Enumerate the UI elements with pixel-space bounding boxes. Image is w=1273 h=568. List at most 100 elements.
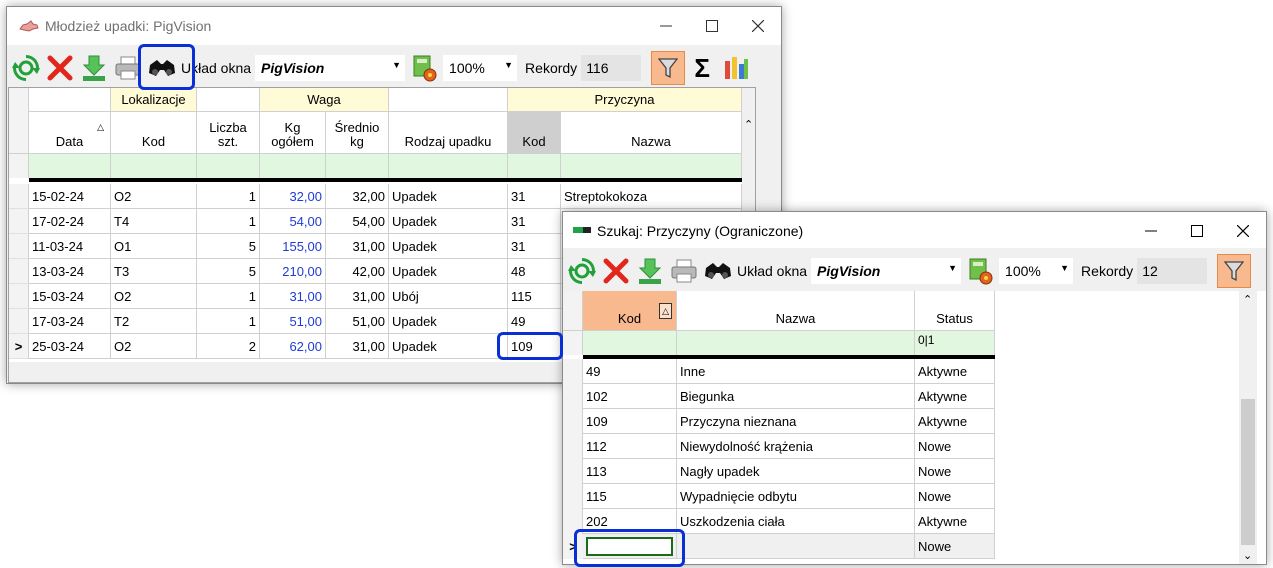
table-cell-nazwa[interactable]: Biegunka	[677, 384, 915, 409]
table-cell-srednio[interactable]: 51,00	[326, 309, 389, 334]
table-cell-srednio[interactable]: 42,00	[326, 259, 389, 284]
table-cell-rodzaj[interactable]: Upadek	[389, 209, 508, 234]
new-row-nazwa[interactable]	[677, 534, 915, 559]
row-header[interactable]	[563, 359, 583, 384]
row-header[interactable]	[563, 384, 583, 409]
scroll-up-icon[interactable]: ⌃	[744, 118, 753, 131]
filter-cell-kod[interactable]	[111, 154, 197, 178]
table-cell-data[interactable]: 25-03-24	[29, 334, 111, 359]
column-header-data[interactable]: Data △	[29, 112, 111, 154]
table-cell-kod[interactable]: 112	[583, 434, 677, 459]
table-cell-kod[interactable]: T2	[111, 309, 197, 334]
scroll-up-icon[interactable]: ⌃	[1243, 293, 1252, 306]
filter-cell-kod[interactable]	[583, 331, 677, 355]
table-cell-rodzaj[interactable]: Upadek	[389, 334, 508, 359]
table-cell-kod[interactable]: O2	[111, 284, 197, 309]
table-cell-data[interactable]: 17-03-24	[29, 309, 111, 334]
table-cell-p-nazwa[interactable]: Streptokokoza	[561, 184, 742, 209]
column-header-przyczyna-nazwa[interactable]: Nazwa	[561, 112, 742, 154]
filter-cell-srednio[interactable]	[326, 154, 389, 178]
column-header-kod[interactable]: Kod △	[583, 291, 677, 331]
table-cell-status[interactable]: Nowe	[915, 459, 995, 484]
table-cell-kg[interactable]: 32,00	[260, 184, 326, 209]
row-header[interactable]	[563, 459, 583, 484]
table-cell-rodzaj[interactable]: Upadek	[389, 234, 508, 259]
table-cell-kg[interactable]: 54,00	[260, 209, 326, 234]
row-header[interactable]	[9, 259, 29, 284]
table-cell-nazwa[interactable]: Niewydolność krążenia	[677, 434, 915, 459]
filter-cell-status[interactable]: 0|1	[915, 331, 995, 355]
column-header-rodzaj[interactable]: Rodzaj upadku	[389, 112, 508, 154]
table-cell-nazwa[interactable]: Wypadnięcie odbytu	[677, 484, 915, 509]
minimize-button[interactable]	[1128, 212, 1174, 250]
refresh-icon[interactable]	[9, 51, 43, 85]
table-cell-data[interactable]: 15-02-24	[29, 184, 111, 209]
filter-cell-liczba[interactable]	[197, 154, 260, 178]
delete-icon[interactable]	[599, 254, 633, 288]
table-cell-kg[interactable]: 155,00	[260, 234, 326, 259]
table-cell-kg[interactable]: 31,00	[260, 284, 326, 309]
row-header[interactable]	[563, 409, 583, 434]
table-cell-rodzaj[interactable]: Upadek	[389, 184, 508, 209]
row-header[interactable]	[9, 309, 29, 334]
table-cell-srednio[interactable]: 54,00	[326, 209, 389, 234]
table-cell-liczba[interactable]: 1	[197, 309, 260, 334]
table-cell-data[interactable]: 17-02-24	[29, 209, 111, 234]
sum-icon[interactable]: Σ	[685, 51, 719, 85]
table-cell-kod[interactable]: 109	[583, 409, 677, 434]
close-button[interactable]	[735, 7, 781, 45]
table-cell-p-kod[interactable]: 48	[508, 259, 561, 284]
column-header-status[interactable]: Status	[915, 291, 995, 331]
scroll-thumb[interactable]	[1241, 399, 1255, 545]
table-cell-rodzaj[interactable]: Ubój	[389, 284, 508, 309]
filter-button[interactable]	[1217, 254, 1252, 288]
table-cell-liczba[interactable]: 1	[197, 284, 260, 309]
table-cell-kod[interactable]: O2	[111, 334, 197, 359]
table-cell-liczba[interactable]: 1	[197, 209, 260, 234]
column-header-liczba[interactable]: Liczba szt.	[197, 112, 260, 154]
table-cell-p-kod[interactable]: 115	[508, 284, 561, 309]
table-cell-nazwa[interactable]: Nagły upadek	[677, 459, 915, 484]
table-cell-kg[interactable]: 62,00	[260, 334, 326, 359]
table-cell-p-kod[interactable]: 31	[508, 234, 561, 259]
filter-cell-nazwa[interactable]	[677, 331, 915, 355]
chart-icon[interactable]	[719, 51, 753, 85]
layout-settings-icon[interactable]	[963, 254, 997, 288]
maximize-button[interactable]	[689, 7, 735, 45]
export-icon[interactable]	[77, 51, 111, 85]
table-cell-status[interactable]: Aktywne	[915, 509, 995, 534]
row-header[interactable]	[9, 234, 29, 259]
table-cell-status[interactable]: Aktywne	[915, 409, 995, 434]
table-cell-kg[interactable]: 51,00	[260, 309, 326, 334]
table-cell-nazwa[interactable]: Przyczyna nieznana	[677, 409, 915, 434]
scroll-down-icon[interactable]: ⌄	[1243, 549, 1252, 562]
table-cell-kod[interactable]: T4	[111, 209, 197, 234]
column-header-kg[interactable]: Kg ogółem	[260, 112, 326, 154]
filter-button[interactable]	[651, 51, 686, 85]
table-cell-srednio[interactable]: 31,00	[326, 284, 389, 309]
table-cell-status[interactable]: Nowe	[915, 484, 995, 509]
table-cell-kg[interactable]: 210,00	[260, 259, 326, 284]
table-cell-data[interactable]: 11-03-24	[29, 234, 111, 259]
table-cell-p-kod[interactable]: 31	[508, 184, 561, 209]
table-cell-data[interactable]: 13-03-24	[29, 259, 111, 284]
filter-cell-przyczyna-kod[interactable]	[508, 154, 561, 178]
row-header[interactable]	[563, 434, 583, 459]
table-cell-status[interactable]: Aktywne	[915, 384, 995, 409]
table-cell-kod[interactable]: T3	[111, 259, 197, 284]
filter-cell-kg[interactable]	[260, 154, 326, 178]
table-cell-status[interactable]: Aktywne	[915, 359, 995, 384]
table-cell-nazwa[interactable]: Uszkodzenia ciała	[677, 509, 915, 534]
table-cell-data[interactable]: 15-03-24	[29, 284, 111, 309]
layout-dropdown[interactable]: PigVision ▼	[255, 55, 406, 81]
column-header-przyczyna-kod[interactable]: Kod	[508, 112, 561, 154]
row-header[interactable]	[9, 284, 29, 309]
table-cell-srednio[interactable]: 31,00	[326, 234, 389, 259]
vertical-scrollbar[interactable]: ⌃ ⌄	[1239, 291, 1257, 564]
minimize-button[interactable]	[643, 7, 689, 45]
column-header-kod[interactable]: Kod	[111, 112, 197, 154]
column-header-nazwa[interactable]: Nazwa	[677, 291, 915, 331]
table-cell-liczba[interactable]: 2	[197, 334, 260, 359]
print-icon[interactable]	[667, 254, 701, 288]
table-cell-kod[interactable]: 49	[583, 359, 677, 384]
